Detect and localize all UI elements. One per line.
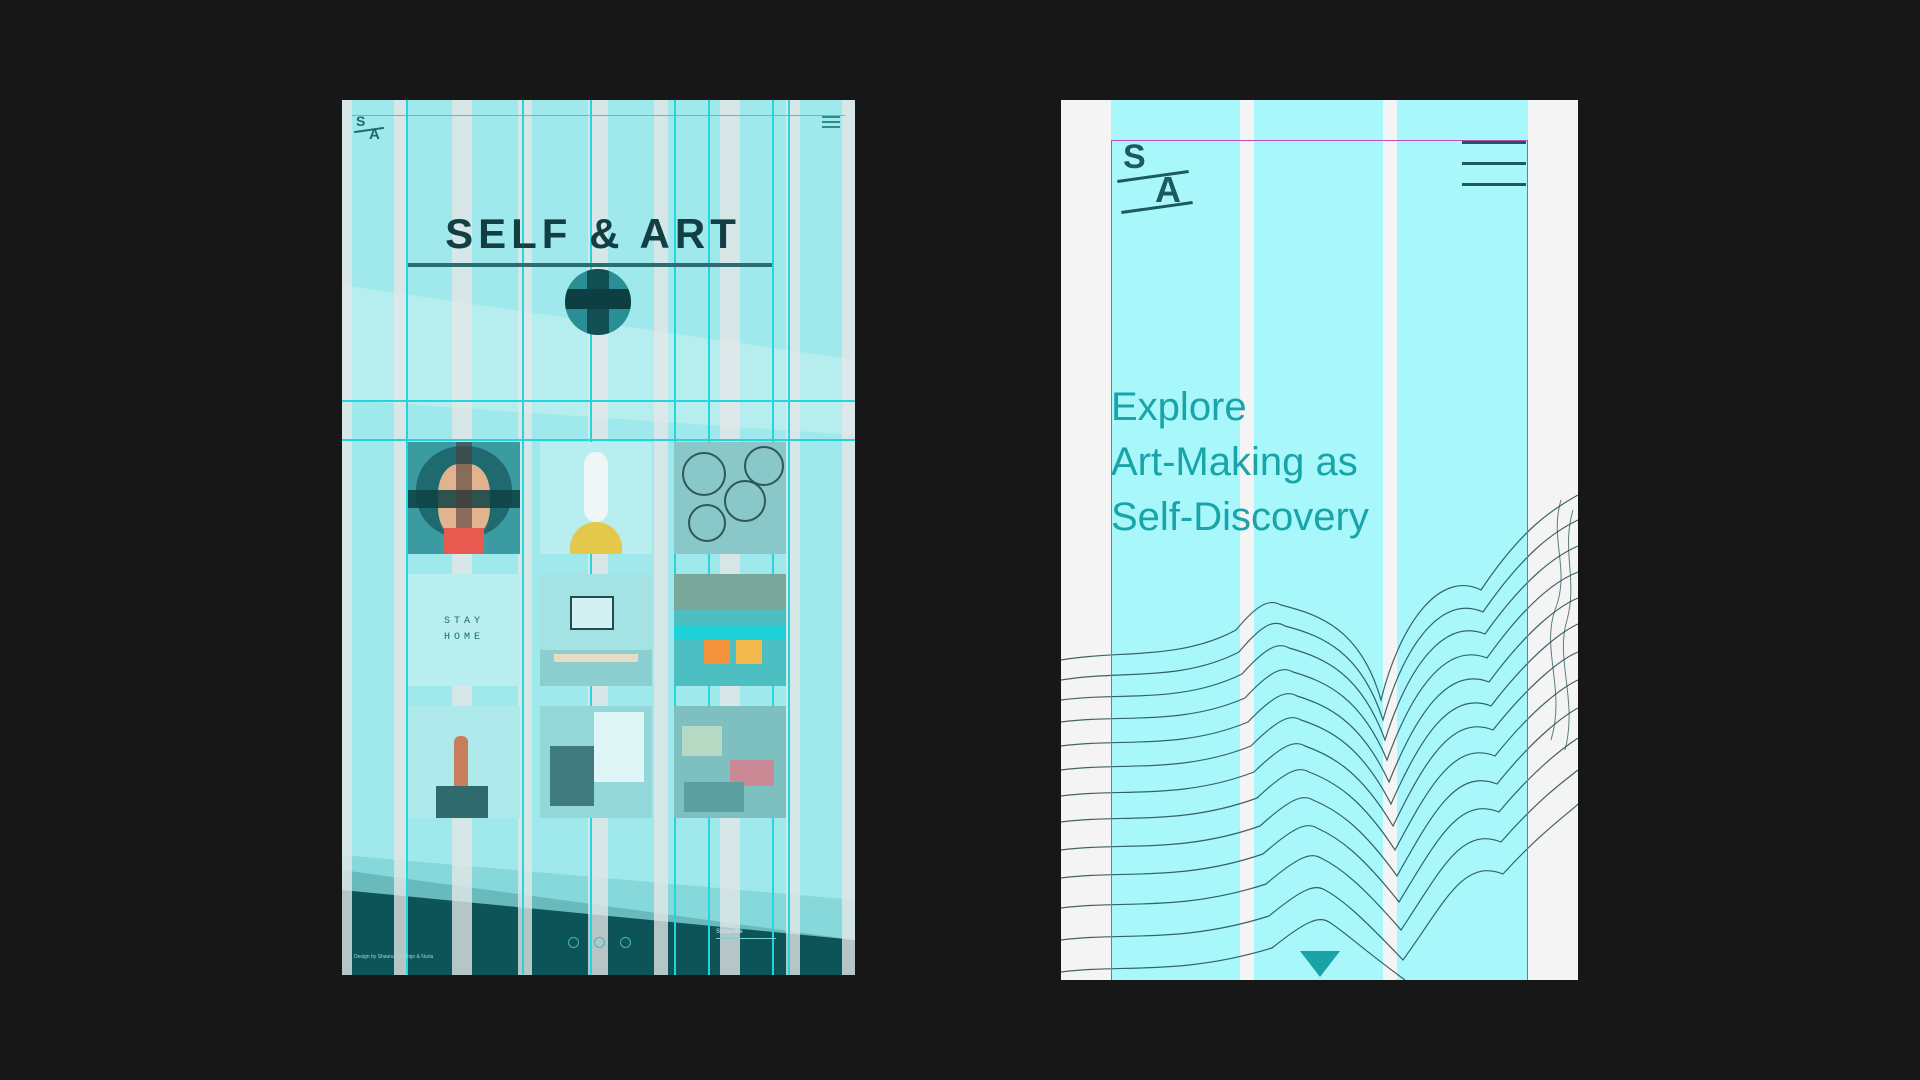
gallery-tile-chairs-pool-photo[interactable] bbox=[674, 574, 786, 686]
grid-band bbox=[342, 100, 352, 975]
hero-heading: Explore Art-Making as Self-Discovery bbox=[1111, 380, 1369, 545]
home-label: HOME bbox=[443, 632, 484, 643]
subscribe-link[interactable]: Subscribe bbox=[716, 929, 743, 935]
circle-emblem-icon bbox=[565, 269, 631, 335]
stay-label: STAY bbox=[443, 616, 484, 627]
grid-guide bbox=[342, 439, 855, 441]
subscribe-underline bbox=[716, 938, 776, 939]
gallery-tile-raised-fist-photo[interactable] bbox=[408, 706, 520, 818]
gallery-tile-portrait-illustration[interactable] bbox=[408, 442, 520, 554]
gallery-tile-abstract-circles-art[interactable] bbox=[674, 442, 786, 554]
footer-credit: Design by Shauna, Rodrigo & Nuria bbox=[354, 954, 434, 960]
grid-band bbox=[842, 100, 855, 975]
gallery-tile-stay-home-tiles[interactable]: STAY HOME bbox=[408, 574, 520, 686]
layout-guide bbox=[1111, 140, 1528, 980]
pager-dot[interactable] bbox=[620, 937, 631, 948]
down-triangle-icon[interactable] bbox=[1300, 951, 1340, 977]
hamburger-menu-icon[interactable] bbox=[822, 116, 840, 128]
logo-letter-s: S bbox=[1123, 138, 1146, 176]
pager-dot[interactable] bbox=[568, 937, 579, 948]
grid-guide bbox=[788, 100, 790, 975]
hero-line-2: Art-Making as bbox=[1111, 440, 1358, 484]
pager-dot[interactable] bbox=[594, 937, 605, 948]
gallery-tile-gallery-room-photo[interactable] bbox=[540, 574, 652, 686]
logo[interactable]: S A bbox=[354, 114, 388, 142]
gallery-tile-crafts-photo[interactable] bbox=[674, 706, 786, 818]
hero-line-1: Explore bbox=[1111, 385, 1247, 429]
hero-line-3: Self-Discovery bbox=[1111, 495, 1369, 539]
logo-letter-a: A bbox=[369, 126, 380, 143]
hamburger-menu-icon[interactable] bbox=[1462, 141, 1526, 187]
logo-letter-s: S bbox=[356, 113, 366, 129]
logo[interactable]: S A bbox=[1117, 138, 1197, 214]
canvas: { "tablet": { "title": "SELF & ART", "lo… bbox=[0, 0, 1920, 1080]
phone-layout-mockup: S A Explore Art-Making as Self-Discovery bbox=[1061, 100, 1578, 980]
gallery-tile-figure-illustration[interactable] bbox=[540, 442, 652, 554]
grid-guide bbox=[342, 400, 855, 402]
page-title: SELF & ART bbox=[445, 210, 741, 257]
title-underline bbox=[408, 263, 772, 267]
grid-guide bbox=[352, 115, 845, 116]
tablet-layout-mockup: S A SELF & ART STAY HOME Subscribe Desig… bbox=[342, 100, 855, 975]
gallery-tile-painting-wall-photo[interactable] bbox=[540, 706, 652, 818]
